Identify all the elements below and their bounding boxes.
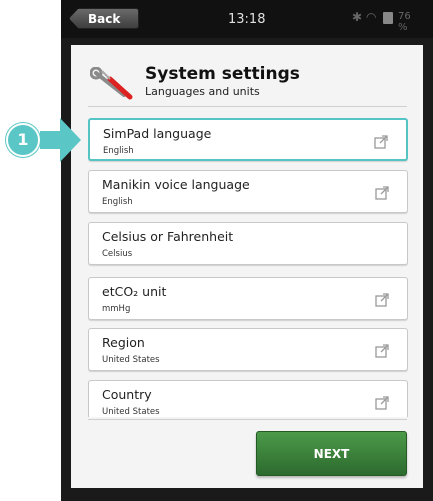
page-title: System settings <box>145 64 300 84</box>
setting-label: Celsius or Fahrenheit <box>102 229 234 244</box>
header-divider <box>88 106 407 107</box>
setting-label: Region <box>102 335 145 350</box>
battery-icon <box>383 12 393 24</box>
external-link-icon <box>375 185 389 204</box>
page-subtitle: Languages and units <box>145 85 260 98</box>
wifi-icon: ◠ <box>366 10 377 24</box>
callout-number: 1 <box>6 123 40 157</box>
callout-arrow-icon <box>40 118 82 166</box>
setting-value: English <box>103 146 134 156</box>
next-button[interactable]: NEXT <box>256 431 407 476</box>
setting-value: English <box>102 197 133 207</box>
setting-country[interactable]: Country United States <box>88 380 408 417</box>
setting-label: Manikin voice language <box>102 177 250 192</box>
setting-temperature-unit[interactable]: Celsius or Fahrenheit Celsius <box>88 222 408 265</box>
external-link-icon <box>375 292 389 311</box>
list-bottom-divider <box>88 419 407 420</box>
setting-label: etCO₂ unit <box>102 284 167 299</box>
wrench-screwdriver-icon <box>89 66 136 105</box>
settings-list[interactable]: SimPad language English Manikin voice la… <box>88 118 408 417</box>
external-link-icon <box>375 343 389 362</box>
external-link-icon <box>374 134 388 153</box>
battery-percent: 76 % <box>398 11 411 33</box>
clock: 13:18 <box>228 12 266 27</box>
setting-value: United States <box>102 407 160 417</box>
setting-label: SimPad language <box>103 126 212 141</box>
setting-etco2-unit[interactable]: etCO₂ unit mmHg <box>88 277 408 320</box>
setting-value: mmHg <box>102 304 131 314</box>
setting-region[interactable]: Region United States <box>88 328 408 371</box>
setting-value: United States <box>102 355 160 365</box>
setting-label: Country <box>102 387 152 402</box>
external-link-icon <box>375 395 389 414</box>
setting-value: Celsius <box>102 249 133 259</box>
bluetooth-icon: ✱ <box>352 10 363 24</box>
back-button[interactable]: Back <box>69 8 139 29</box>
setting-manikin-voice-language[interactable]: Manikin voice language English <box>88 170 408 213</box>
setting-simpad-language[interactable]: SimPad language English <box>88 118 408 161</box>
